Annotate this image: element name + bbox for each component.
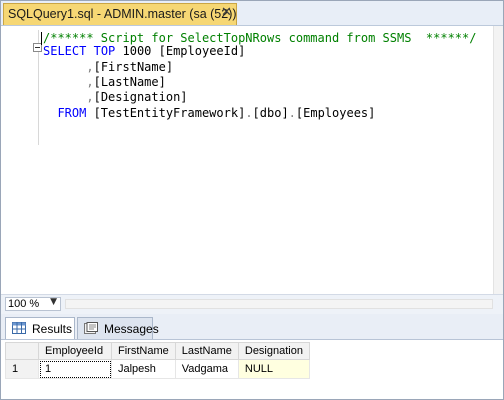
- grid-cell-employeeid[interactable]: 1: [38, 359, 112, 379]
- code-line: SELECT TOP 1000 [EmployeeId]: [43, 44, 245, 59]
- row-number[interactable]: 1: [5, 359, 39, 379]
- table-row[interactable]: 1 1 Jalpesh Vadgama NULL: [5, 359, 310, 379]
- zoom-status-bar: 100 % ▼: [1, 294, 503, 314]
- code-line: ,[FirstName]: [43, 60, 173, 75]
- column-header-lastname[interactable]: LastName: [174, 342, 239, 360]
- grid-cell-lastname[interactable]: Vadgama: [174, 359, 239, 379]
- chevron-down-icon[interactable]: ▼: [50, 297, 57, 307]
- column-header-firstname[interactable]: FirstName: [111, 342, 176, 360]
- sql-keyword: TOP: [93, 44, 116, 58]
- column-header-employeeid[interactable]: EmployeeId: [38, 342, 112, 360]
- sql-keyword: FROM: [57, 106, 87, 120]
- sql-text: [dbo]: [252, 106, 289, 120]
- grid-cell-designation[interactable]: NULL: [237, 359, 310, 379]
- grid-cell-firstname[interactable]: Jalpesh: [111, 359, 176, 379]
- grid-header-row: EmployeeId FirstName LastName Designatio…: [5, 342, 310, 360]
- results-tab-strip: Results Messages: [1, 314, 503, 340]
- sql-text: [Employees]: [295, 106, 376, 120]
- sql-text: [Designation]: [93, 90, 188, 104]
- tab-messages-label: Messages: [104, 322, 159, 336]
- tab-results[interactable]: Results: [5, 317, 75, 339]
- code-line: FROM [TestEntityFramework].[dbo].[Employ…: [43, 106, 375, 121]
- messages-icon: [84, 322, 98, 334]
- sql-text: .: [245, 106, 253, 120]
- close-icon[interactable]: ✕: [221, 5, 232, 20]
- sql-text: ,: [86, 60, 94, 74]
- code-line: ,[LastName]: [43, 75, 166, 90]
- document-tab-title: SQLQuery1.sql - ADMIN.master (sa (52)): [8, 7, 237, 21]
- sql-text: .: [288, 106, 296, 120]
- sql-keyword: SELECT: [43, 44, 87, 58]
- code-line: ,[Designation]: [43, 90, 188, 105]
- sql-text: ,: [86, 75, 94, 89]
- sql-text: [TestEntityFramework]: [86, 106, 246, 120]
- query-editor[interactable]: /****** Script for SelectTopNRows comman…: [1, 26, 503, 294]
- sql-text: [LastName]: [93, 75, 166, 89]
- document-tab-strip: SQLQuery1.sql - ADMIN.master (sa (52)) ✕: [1, 1, 503, 26]
- ssms-window: SQLQuery1.sql - ADMIN.master (sa (52)) ✕…: [0, 0, 504, 400]
- sql-text: [FirstName]: [93, 60, 174, 74]
- editor-vertical-scrollbar[interactable]: [493, 26, 503, 294]
- grid-corner-header[interactable]: [5, 342, 39, 360]
- grid-icon: [12, 322, 26, 334]
- zoom-dropdown[interactable]: 100 % ▼: [5, 297, 61, 311]
- results-grid-area: EmployeeId FirstName LastName Designatio…: [1, 340, 503, 399]
- sql-comment: /****** Script for SelectTopNRows comman…: [43, 31, 477, 45]
- tab-results-label: Results: [32, 322, 73, 336]
- editor-horizontal-scrollbar[interactable]: [65, 299, 493, 309]
- zoom-value: 100 %: [8, 298, 40, 310]
- column-header-designation[interactable]: Designation: [237, 342, 310, 360]
- sql-text: ,: [86, 90, 94, 104]
- results-grid[interactable]: EmployeeId FirstName LastName Designatio…: [5, 342, 310, 379]
- sql-text: 1000 [EmployeeId]: [115, 44, 246, 58]
- tab-messages[interactable]: Messages: [77, 317, 159, 339]
- document-tab[interactable]: SQLQuery1.sql - ADMIN.master (sa (52)) ✕: [3, 3, 237, 25]
- text-caret: [41, 32, 42, 45]
